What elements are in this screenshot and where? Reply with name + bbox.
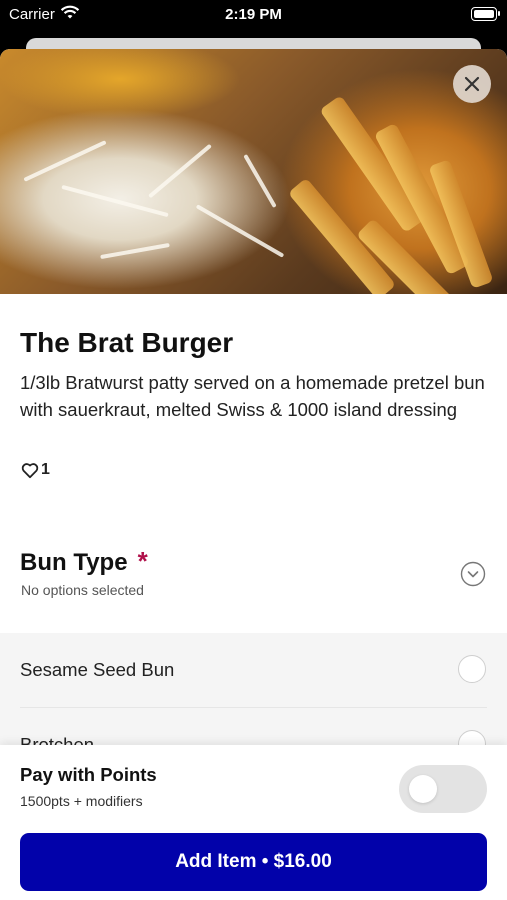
toggle-knob [409, 775, 437, 803]
option-label: Sesame Seed Bun [20, 659, 175, 680]
status-bar: Carrier 2:19 PM [0, 0, 507, 30]
bun-type-title: Bun Type * [20, 546, 148, 577]
add-item-button[interactable]: Add Item • $16.00 [20, 833, 487, 891]
collapse-section-button[interactable] [460, 561, 486, 587]
selection-status: No options selected [21, 582, 144, 598]
item-description: 1/3lb Bratwurst patty served on a homema… [20, 372, 485, 420]
option-sesame-seed-bun[interactable]: Sesame Seed Bun [0, 633, 507, 708]
close-icon [464, 76, 480, 92]
chevron-down-circle-icon [460, 561, 486, 587]
required-marker: * [137, 546, 148, 576]
item-title: The Brat Burger [20, 327, 234, 358]
battery-icon [471, 7, 500, 21]
checkout-footer: Pay with Points 1500pts + modifiers Add … [0, 745, 507, 900]
close-button[interactable] [453, 65, 491, 103]
heart-icon [21, 462, 39, 478]
item-photo [0, 49, 507, 294]
option-radio[interactable] [458, 655, 486, 683]
status-time: 2:19 PM [225, 6, 282, 23]
like-button[interactable]: 1 [21, 461, 50, 479]
points-cost: 1500pts + modifiers [20, 793, 143, 809]
item-detail-sheet: The Brat Burger 1/3lb Bratwurst patty se… [0, 49, 507, 900]
section-title-text: Bun Type [20, 549, 128, 576]
pay-with-points-label: Pay with Points [20, 764, 157, 785]
pay-with-points-toggle[interactable] [399, 765, 487, 813]
like-count: 1 [41, 461, 50, 478]
